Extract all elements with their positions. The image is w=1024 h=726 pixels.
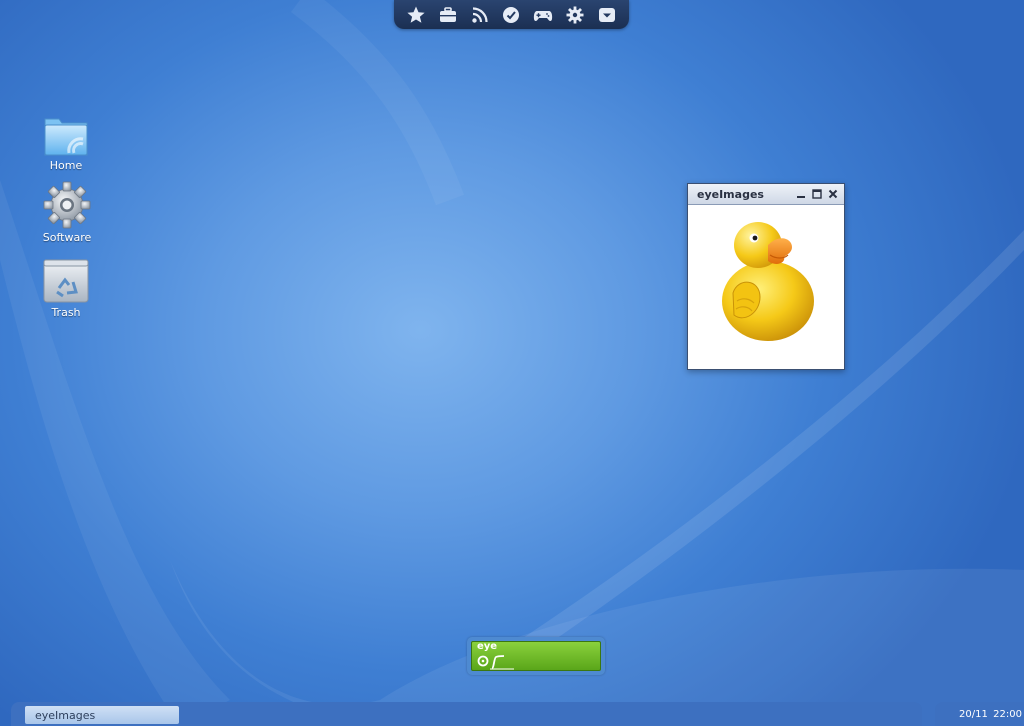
clock-time: 22:00 (993, 708, 1022, 720)
close-icon (828, 189, 838, 199)
desktop-wallpaper-swoosh (0, 0, 1024, 726)
eyeos-logo-icon (477, 655, 514, 670)
desktop-icon-software[interactable]: Software (35, 181, 99, 244)
star-icon (407, 6, 425, 23)
gamepad-icon (534, 10, 553, 21)
image-viewer-area (688, 205, 844, 369)
office-button[interactable] (436, 4, 460, 26)
taskbar: eyeImages (11, 702, 922, 726)
close-button[interactable] (826, 187, 840, 201)
folder-icon (44, 118, 88, 156)
eyeos-launcher-face: eye (471, 641, 601, 671)
desktop: Home Software Trash eyeImages eye eyeIma… (0, 0, 1024, 726)
briefcase-icon (439, 6, 456, 22)
top-dock (394, 0, 629, 29)
clock-panel[interactable]: 20/11 22:00 (935, 702, 1024, 726)
maximize-icon (812, 189, 822, 199)
clock-date: 20/11 (959, 708, 988, 720)
desktop-icon-trash[interactable]: Trash (34, 258, 98, 319)
favorites-button[interactable] (404, 4, 428, 26)
minimize-button[interactable] (794, 187, 808, 201)
clock-icon (503, 6, 520, 23)
settings-button[interactable] (563, 4, 587, 26)
minimize-icon (797, 196, 805, 198)
desktop-icon-label: Home (49, 159, 83, 172)
taskbar-item-eyeimages[interactable]: eyeImages (25, 706, 179, 724)
desktop-icon-home[interactable]: Home (34, 115, 98, 172)
maximize-button[interactable] (810, 187, 824, 201)
more-button[interactable] (595, 4, 619, 26)
eyeimages-window: eyeImages (687, 183, 845, 370)
download-icon (598, 7, 615, 22)
trash-icon (43, 259, 89, 303)
eyeos-launcher-button[interactable]: eye (467, 637, 605, 675)
gear-icon (43, 181, 91, 229)
rubber-duck-image (722, 222, 814, 341)
gear-icon (566, 6, 584, 23)
window-titlebar[interactable]: eyeImages (688, 184, 844, 205)
games-button[interactable] (531, 4, 555, 26)
feeds-button[interactable] (468, 4, 492, 26)
calendar-button[interactable] (499, 4, 523, 26)
window-title: eyeImages (697, 187, 764, 201)
desktop-icon-label: Trash (51, 306, 81, 319)
launcher-text: eye (477, 641, 498, 652)
rss-icon (471, 6, 488, 23)
desktop-icon-label: Software (42, 231, 92, 244)
